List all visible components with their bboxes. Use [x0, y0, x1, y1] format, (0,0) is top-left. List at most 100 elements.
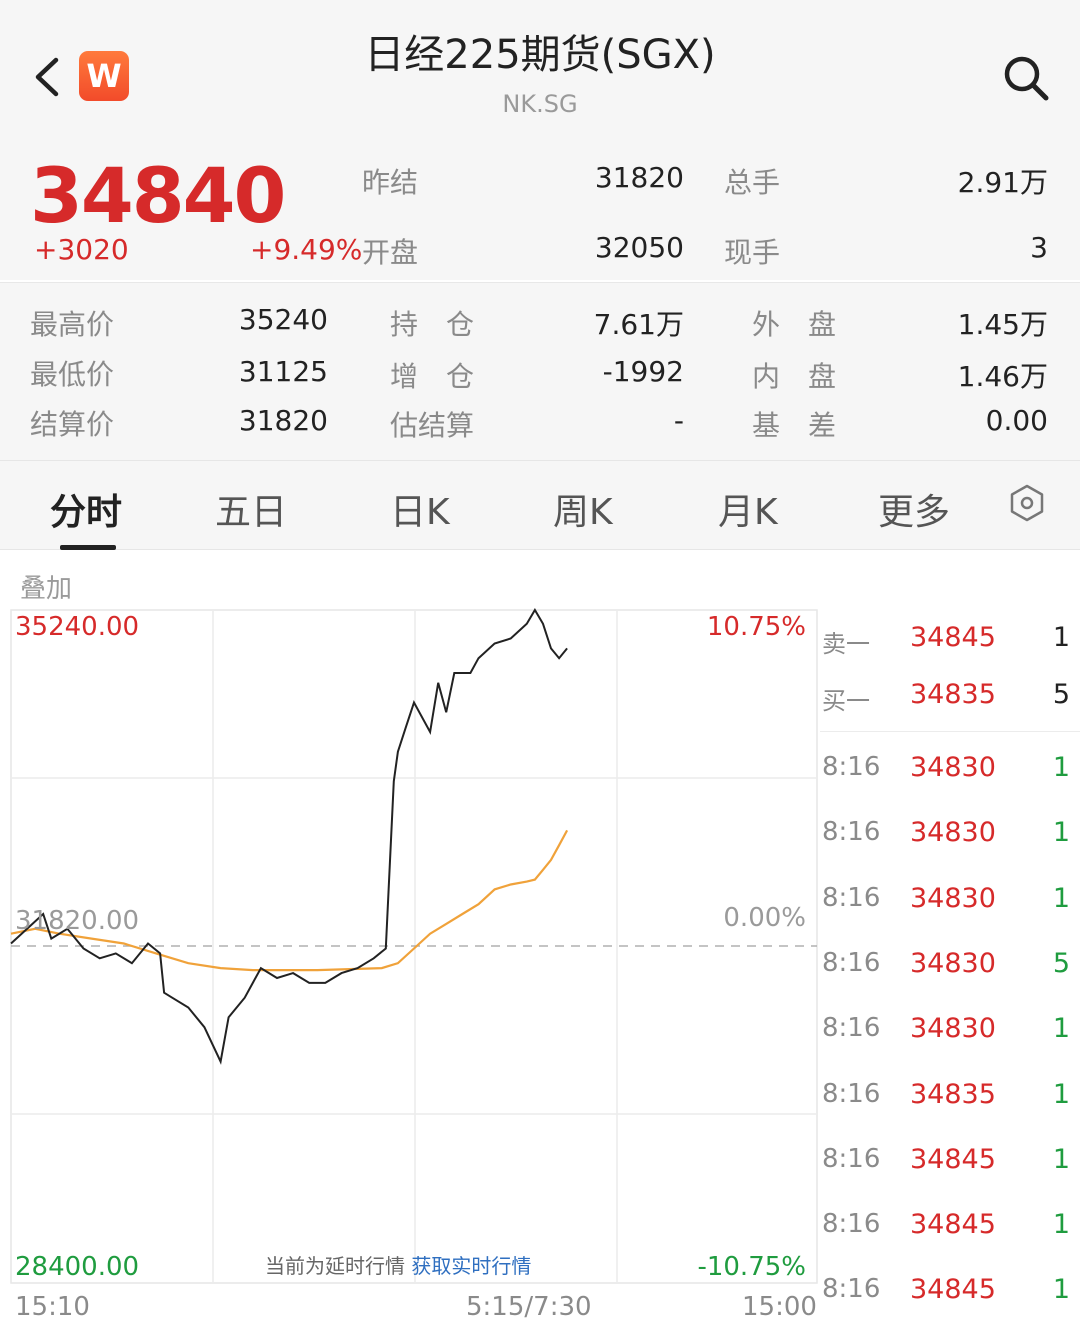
open-interest-value: 7.61万 — [593, 308, 684, 341]
trade-row: 8:16 34830 1 — [820, 752, 1080, 812]
trade-row: 8:16 34845 1 — [820, 1209, 1080, 1269]
bid-row: 买一 34835 5 — [820, 665, 1080, 725]
high-label: 最高价 — [30, 308, 115, 341]
x-label-start: 15:10 — [15, 1292, 90, 1322]
total-volume-label: 总手 — [724, 166, 781, 199]
basis-value: 0.00 — [985, 404, 1048, 437]
x-label-mid: 5:15/7:30 — [466, 1292, 592, 1322]
pct-mid-label: 0.00% — [723, 903, 806, 933]
ticker-symbol: NK.SG — [502, 90, 578, 118]
settle-label: 结算价 — [30, 408, 115, 441]
order-book-divider — [820, 731, 1080, 732]
page-title: 日经225期货(SGX) — [364, 32, 716, 78]
average-price-line — [10, 829, 569, 972]
outer-value: 1.45万 — [957, 308, 1048, 341]
intraday-chart — [10, 608, 818, 1284]
last-price: 34840 — [30, 151, 286, 240]
open-value: 32050 — [594, 231, 684, 264]
trade-volume: 1 — [1052, 1078, 1070, 1110]
quote-price: 34845 — [910, 622, 996, 653]
trade-volume: 1 — [1052, 1209, 1070, 1241]
tab-intraday[interactable]: 分时 — [50, 483, 122, 535]
top-bar: W 日经225期货(SGX) NK.SG — [0, 0, 1080, 135]
ask-row: 卖一 34845 1 — [820, 608, 1080, 668]
quote-volume: 5 — [1052, 679, 1070, 710]
open-interest-label: 持 仓 — [390, 308, 475, 341]
trade-time: 8:16 — [822, 1274, 881, 1305]
inner-label: 内 盘 — [752, 360, 837, 393]
y-max-label: 35240.00 — [15, 612, 140, 642]
prev-settle-value: 31820 — [594, 161, 684, 194]
total-volume-value: 2.91万 — [957, 166, 1048, 199]
pct-max-label: 10.75% — [706, 612, 806, 642]
open-label: 开盘 — [362, 236, 419, 269]
prev-settle-label: 昨结 — [362, 166, 419, 199]
trade-price: 34830 — [910, 1013, 996, 1045]
tab-weekly-k[interactable]: 周K — [553, 483, 613, 535]
quote-price: 34835 — [910, 679, 996, 710]
trade-price: 34835 — [910, 1078, 996, 1110]
low-value: 31125 — [238, 355, 328, 388]
trade-volume: 5 — [1052, 947, 1070, 979]
x-label-end: 15:00 — [742, 1292, 817, 1322]
chart-period-tabs: 分时 五日 日K 周K 月K 更多 — [0, 460, 1080, 550]
trade-row: 8:16 34845 1 — [820, 1274, 1080, 1332]
outer-label: 外 盘 — [752, 308, 837, 341]
stats-grid: 最高价 35240 持 仓 7.61万 外 盘 1.45万 最低价 31125 … — [0, 282, 1080, 460]
trade-price: 34830 — [910, 947, 996, 979]
low-label: 最低价 — [30, 358, 115, 391]
price-line — [10, 608, 568, 1065]
get-realtime-link[interactable]: 获取实时行情 — [411, 1254, 531, 1278]
trade-price: 34830 — [910, 882, 996, 914]
trade-row: 8:16 34830 1 — [820, 1013, 1080, 1073]
delay-notice-text: 当前为延时行情 — [265, 1254, 405, 1278]
trade-row: 8:16 34845 1 — [820, 1144, 1080, 1204]
trade-time: 8:16 — [822, 752, 881, 782]
high-value: 35240 — [238, 303, 328, 336]
order-book: 卖一 34845 1 买一 34835 5 8:16 34830 1 8:16 34830 1 8:16… — [820, 608, 1080, 1332]
trade-volume: 1 — [1052, 1013, 1070, 1045]
search-icon[interactable] — [1000, 52, 1052, 104]
price-change-percent: +9.49% — [250, 233, 363, 266]
trade-volume: 1 — [1052, 752, 1070, 783]
quote-volume: 1 — [1052, 622, 1070, 653]
tab-monthly-k[interactable]: 月K — [718, 483, 778, 535]
oi-change-value: -1992 — [602, 355, 684, 388]
inner-value: 1.46万 — [957, 360, 1048, 393]
tab-daily-k[interactable]: 日K — [390, 483, 450, 535]
pct-min-label: -10.75% — [697, 1252, 806, 1282]
current-hand-value: 3 — [1030, 231, 1048, 264]
trade-price: 34845 — [910, 1274, 996, 1306]
tab-more[interactable]: 更多 — [878, 483, 950, 535]
current-hand-label: 现手 — [724, 236, 781, 269]
quote-panel: 34840 +3020 +9.49% 昨结 31820 总手 2.91万 开盘 … — [0, 135, 1080, 280]
tab-five-day[interactable]: 五日 — [215, 483, 287, 535]
quote-label: 买一 — [822, 687, 870, 715]
trade-time: 8:16 — [822, 1078, 881, 1109]
trade-time: 8:16 — [822, 1013, 881, 1044]
active-tab-indicator — [60, 545, 116, 550]
trade-volume: 1 — [1052, 817, 1070, 849]
basis-label: 基 差 — [752, 409, 837, 442]
trade-row: 8:16 34835 1 — [820, 1079, 1080, 1139]
trade-time: 8:16 — [822, 1209, 881, 1240]
quote-label: 卖一 — [822, 630, 870, 658]
est-settle-label: 估结算 — [390, 409, 475, 442]
trade-row: 8:16 34830 1 — [820, 883, 1080, 943]
trade-volume: 1 — [1052, 1143, 1070, 1175]
trade-price: 34845 — [910, 1209, 996, 1241]
trade-price: 34845 — [910, 1143, 996, 1175]
trade-price: 34830 — [910, 817, 996, 849]
price-change: +3020 — [34, 233, 129, 266]
hexagon-settings-icon[interactable] — [1006, 482, 1048, 524]
trade-time: 8:16 — [822, 1143, 881, 1174]
trade-time: 8:16 — [822, 947, 881, 978]
y-mid-label: 31820.00 — [15, 906, 140, 936]
trade-volume: 1 — [1052, 882, 1070, 914]
settle-value: 31820 — [238, 404, 328, 437]
trade-volume: 1 — [1052, 1274, 1070, 1306]
y-min-label: 28400.00 — [15, 1252, 140, 1282]
trade-time: 8:16 — [822, 882, 881, 913]
oi-change-label: 增 仓 — [390, 360, 475, 393]
trade-time: 8:16 — [822, 817, 881, 848]
